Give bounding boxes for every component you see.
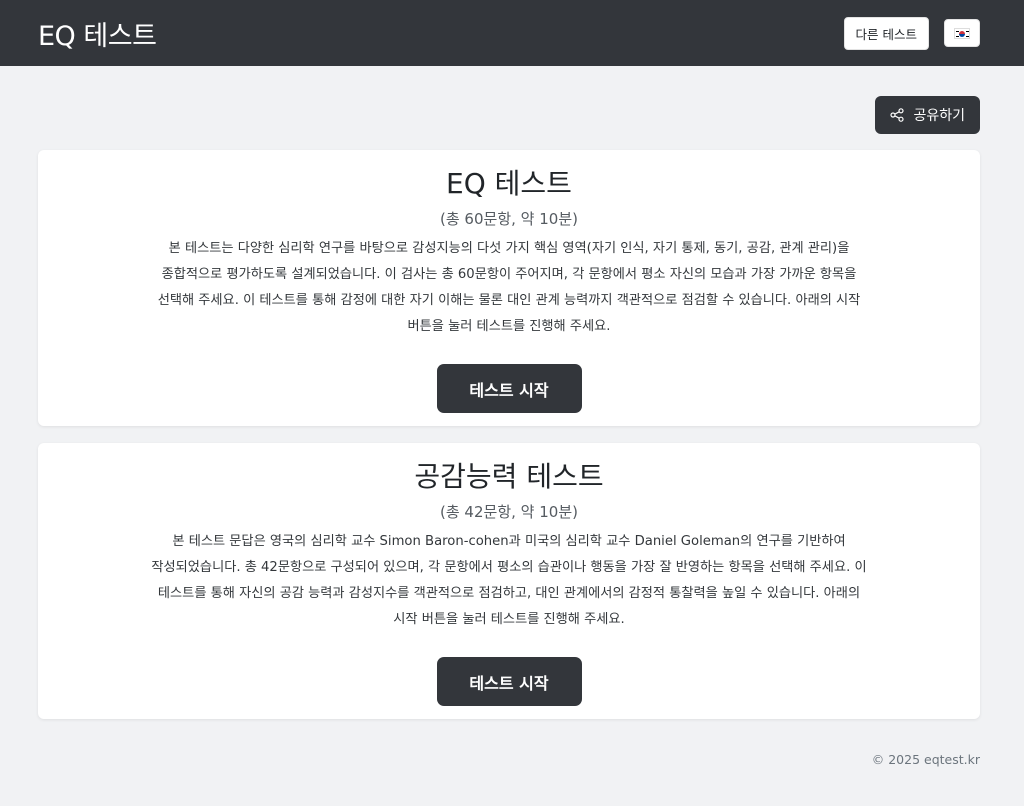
share-button[interactable]: 공유하기: [875, 96, 980, 134]
other-tests-button[interactable]: 다른 테스트: [843, 16, 929, 50]
test-card-eq: EQ 테스트 (총 60문항, 약 10분) 본 테스트는 다양한 심리학 연구…: [38, 150, 980, 426]
share-label: 공유하기: [913, 108, 965, 124]
test-description: 본 테스트 문답은 영국의 심리학 교수 Simon Baron-cohen과 …: [151, 534, 867, 627]
navbar: EQ 테스트 다른 테스트: [0, 0, 1024, 66]
test-card-empathy: 공감능력 테스트 (총 42문항, 약 10분) 본 테스트 문답은 영국의 심…: [38, 443, 980, 719]
start-test-button[interactable]: 테스트 시작: [436, 657, 582, 706]
share-icon: [890, 108, 905, 122]
share-area: 공유하기: [875, 96, 980, 134]
test-subtitle: (총 42문항, 약 10분): [440, 503, 578, 521]
test-title: EQ 테스트: [446, 167, 572, 200]
korea-flag-icon: [954, 27, 970, 39]
start-test-button[interactable]: 테스트 시작: [436, 364, 582, 413]
language-button[interactable]: [944, 19, 980, 47]
footer-copyright: © 2025 eqtest.kr: [871, 752, 980, 767]
test-description: 본 테스트는 다양한 심리학 연구를 바탕으로 감성지능의 다섯 가지 핵심 영…: [157, 241, 861, 334]
brand-title[interactable]: EQ 테스트: [38, 14, 157, 53]
nav-actions: 다른 테스트: [843, 16, 980, 50]
test-title: 공감능력 테스트: [414, 460, 604, 493]
test-subtitle: (총 60문항, 약 10분): [440, 210, 578, 228]
